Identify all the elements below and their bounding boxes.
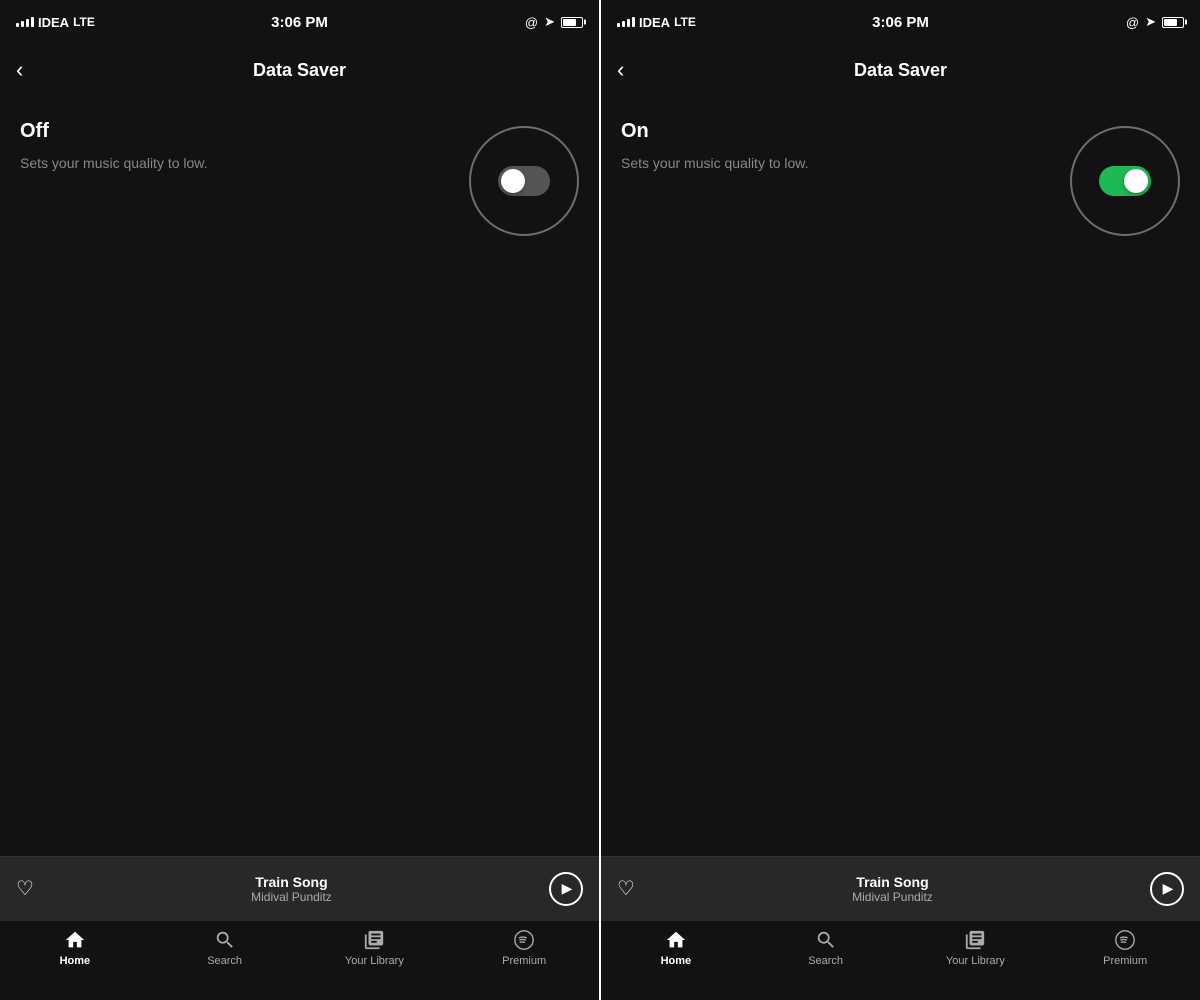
- heart-button-left[interactable]: ♡: [16, 876, 34, 901]
- right-screen: IDEA LTE 3:06 PM @ ➤ ‹ Data Saver On Set…: [601, 0, 1200, 1000]
- now-playing-bar-left: ♡ Train Song Midival Punditz ▶: [0, 856, 599, 920]
- now-playing-bar-right: ♡ Train Song Midival Punditz ▶: [601, 856, 1200, 920]
- nav-search-label-left: Search: [207, 955, 242, 967]
- premium-icon-left: [513, 929, 535, 951]
- nav-premium-label-left: Premium: [502, 955, 546, 967]
- at-icon-right: @: [1126, 15, 1139, 30]
- play-icon-right: ▶: [1163, 880, 1174, 897]
- nav-premium-label-right: Premium: [1103, 955, 1147, 967]
- location-icon-right: ➤: [1145, 14, 1156, 30]
- nav-search-label-right: Search: [808, 955, 843, 967]
- nav-home-label-left: Home: [60, 955, 91, 967]
- status-bar-left: IDEA LTE 3:06 PM @ ➤: [0, 0, 599, 44]
- play-button-right[interactable]: ▶: [1150, 872, 1184, 906]
- play-button-left[interactable]: ▶: [549, 872, 583, 906]
- library-icon-left: [363, 929, 385, 951]
- heart-button-right[interactable]: ♡: [617, 876, 635, 901]
- toggle-row-right: On: [621, 120, 1180, 143]
- nav-header-right: ‹ Data Saver: [601, 44, 1200, 96]
- back-button-right[interactable]: ‹: [617, 59, 624, 81]
- nav-premium-right[interactable]: Premium: [1050, 929, 1200, 967]
- bottom-nav-left: Home Search Your Library Premium: [0, 920, 599, 1000]
- content-area-right: On Sets your music quality to low.: [601, 96, 1200, 856]
- toggle-state-left: Off: [20, 120, 49, 143]
- toggle-switch-left[interactable]: [498, 166, 550, 196]
- battery-fill-left: [563, 19, 576, 26]
- status-bar-right: IDEA LTE 3:06 PM @ ➤: [601, 0, 1200, 44]
- nav-search-right[interactable]: Search: [751, 929, 901, 967]
- now-playing-artist-left: Midival Punditz: [46, 890, 537, 904]
- location-icon-left: ➤: [544, 14, 555, 30]
- battery-right: [1162, 17, 1184, 28]
- nav-library-label-left: Your Library: [345, 955, 404, 967]
- signal-bars-right: [617, 17, 635, 27]
- nav-search-left[interactable]: Search: [150, 929, 300, 967]
- home-icon-left: [64, 929, 86, 951]
- premium-icon-right: [1114, 929, 1136, 951]
- now-playing-title-left: Train Song: [46, 874, 537, 890]
- play-icon-left: ▶: [562, 880, 573, 897]
- signal-bars-left: [16, 17, 34, 27]
- bottom-nav-right: Home Search Your Library Premium: [601, 920, 1200, 1000]
- now-playing-artist-right: Midival Punditz: [647, 890, 1138, 904]
- carrier-right: IDEA: [639, 15, 670, 30]
- time-right: 3:06 PM: [872, 14, 929, 31]
- status-left-left: IDEA LTE: [16, 15, 95, 30]
- page-title-right: Data Saver: [854, 60, 947, 81]
- toggle-row-left: Off: [20, 120, 579, 143]
- time-left: 3:06 PM: [271, 14, 328, 31]
- status-right-left: @ ➤: [525, 14, 583, 30]
- page-title-left: Data Saver: [253, 60, 346, 81]
- nav-home-right[interactable]: Home: [601, 929, 751, 967]
- toggle-switch-right[interactable]: [1099, 166, 1151, 196]
- now-playing-info-left: Train Song Midival Punditz: [46, 874, 537, 904]
- nav-library-left[interactable]: Your Library: [300, 929, 450, 967]
- nav-premium-left[interactable]: Premium: [449, 929, 599, 967]
- nav-home-left[interactable]: Home: [0, 929, 150, 967]
- toggle-highlight-left: [469, 126, 579, 236]
- left-screen: IDEA LTE 3:06 PM @ ➤ ‹ Data Saver Off Se…: [0, 0, 599, 1000]
- search-icon-left: [214, 929, 236, 951]
- network-right: LTE: [674, 15, 696, 29]
- now-playing-title-right: Train Song: [647, 874, 1138, 890]
- network-left: LTE: [73, 15, 95, 29]
- toggle-knob-left: [501, 169, 525, 193]
- library-icon-right: [964, 929, 986, 951]
- nav-library-label-right: Your Library: [946, 955, 1005, 967]
- home-icon-right: [665, 929, 687, 951]
- now-playing-info-right: Train Song Midival Punditz: [647, 874, 1138, 904]
- status-left-right: IDEA LTE: [617, 15, 696, 30]
- battery-fill-right: [1164, 19, 1177, 26]
- toggle-highlight-right: [1070, 126, 1180, 236]
- status-right-right: @ ➤: [1126, 14, 1184, 30]
- content-area-left: Off Sets your music quality to low.: [0, 96, 599, 856]
- nav-library-right[interactable]: Your Library: [901, 929, 1051, 967]
- back-button-left[interactable]: ‹: [16, 59, 23, 81]
- nav-header-left: ‹ Data Saver: [0, 44, 599, 96]
- at-icon-left: @: [525, 15, 538, 30]
- carrier-left: IDEA: [38, 15, 69, 30]
- nav-home-label-right: Home: [661, 955, 692, 967]
- battery-left: [561, 17, 583, 28]
- search-icon-right: [815, 929, 837, 951]
- toggle-state-right: On: [621, 120, 649, 143]
- toggle-knob-right: [1124, 169, 1148, 193]
